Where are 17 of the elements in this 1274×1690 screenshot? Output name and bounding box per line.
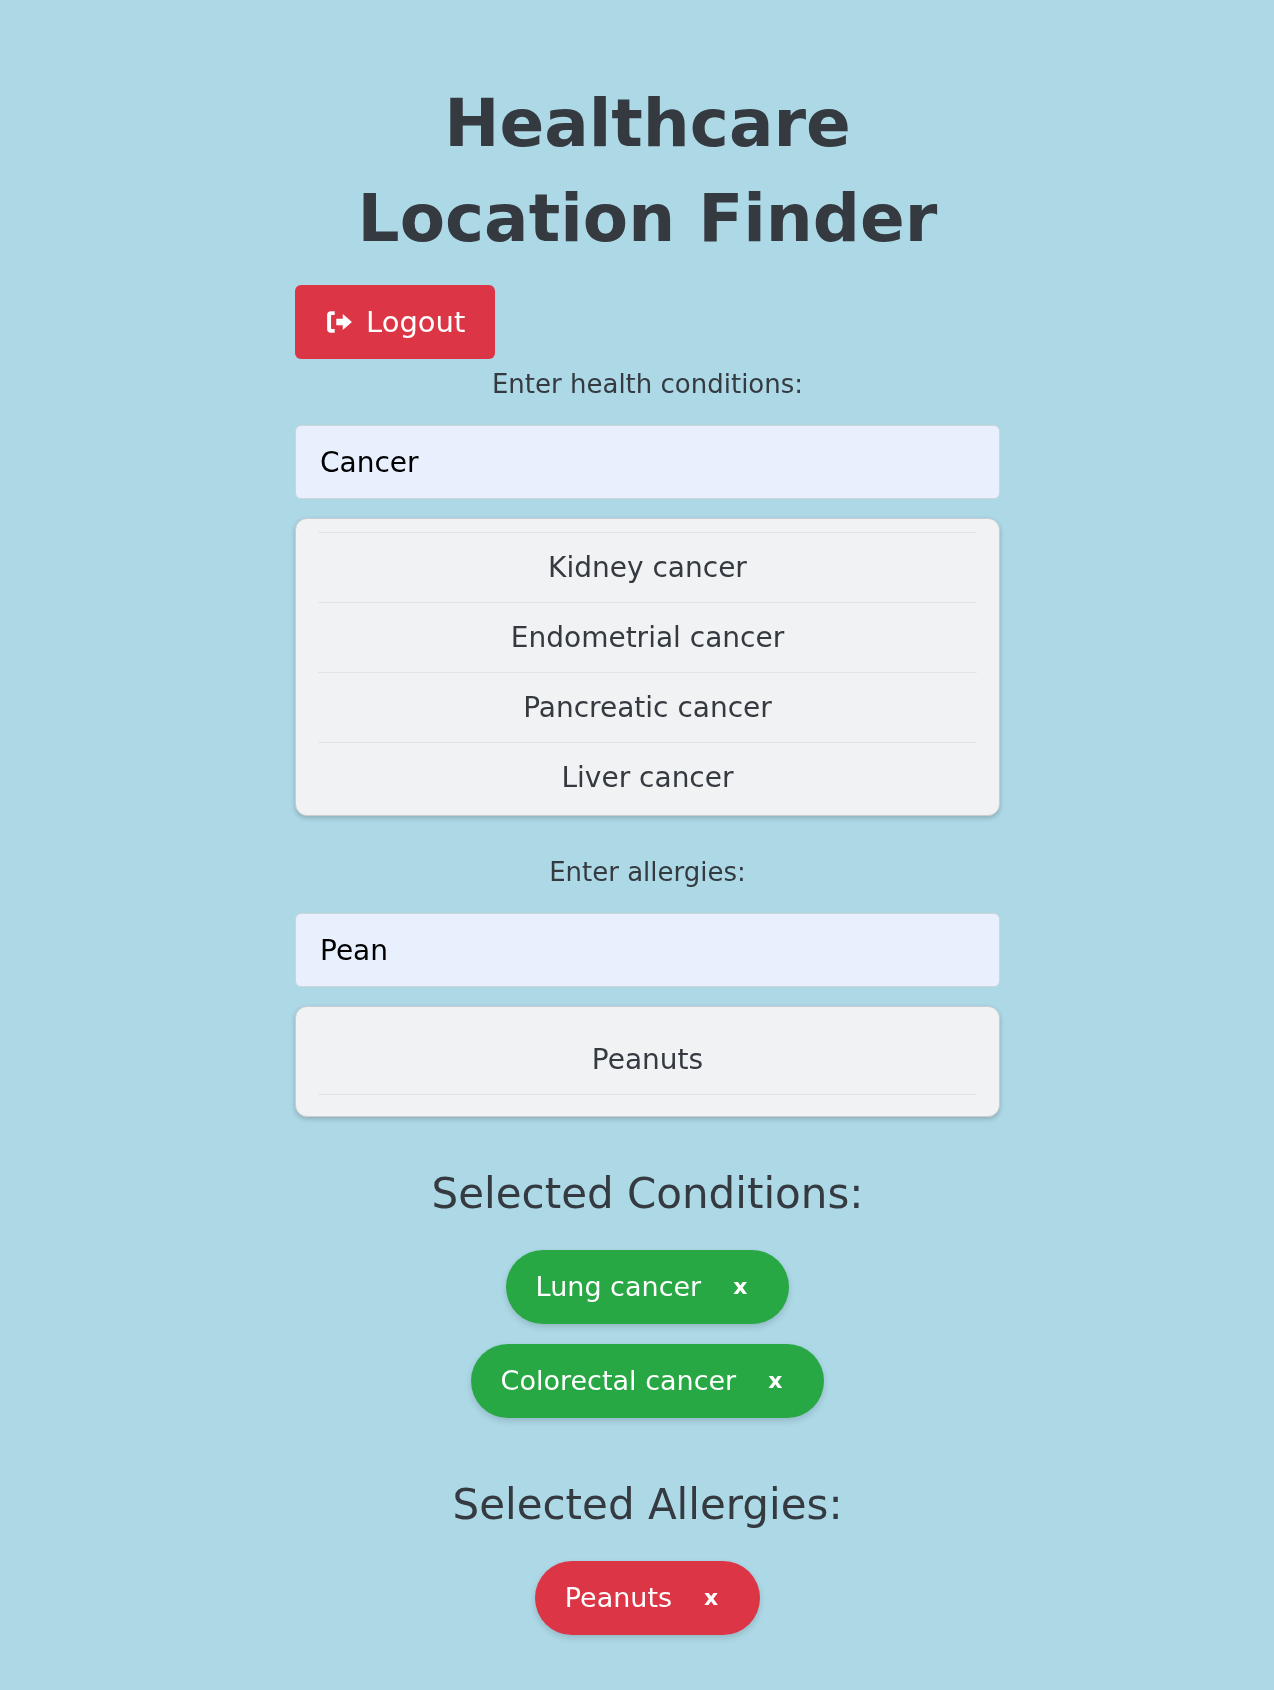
section-heading: Selected Allergies: [452,1479,843,1531]
section-heading: Selected Conditions: [431,1168,864,1220]
suggestion-item[interactable]: Liver cancer [318,743,977,813]
allergies-input[interactable]: Pean [295,913,1000,987]
sign-out-icon [325,309,353,335]
tag-label: Peanuts [564,1581,673,1615]
suggestion-item[interactable]: Endometrial cancer [318,603,977,673]
field-label: Enter allergies: [549,856,746,889]
page-title: Healthcare Location Finder [356,84,939,259]
field-label: Enter health conditions: [491,368,804,401]
conditions-input[interactable]: Cancer [295,425,1000,499]
tag-label: Lung cancer [535,1270,702,1304]
suggestion-item[interactable]: Peanuts [318,1025,977,1095]
suggestion-item[interactable]: Kidney cancer [318,533,977,603]
tag-label: Colorectal cancer [500,1364,737,1398]
logout-button[interactable]: Logout [295,285,496,359]
suggestion-item[interactable]: Pancreatic cancer [318,673,977,743]
